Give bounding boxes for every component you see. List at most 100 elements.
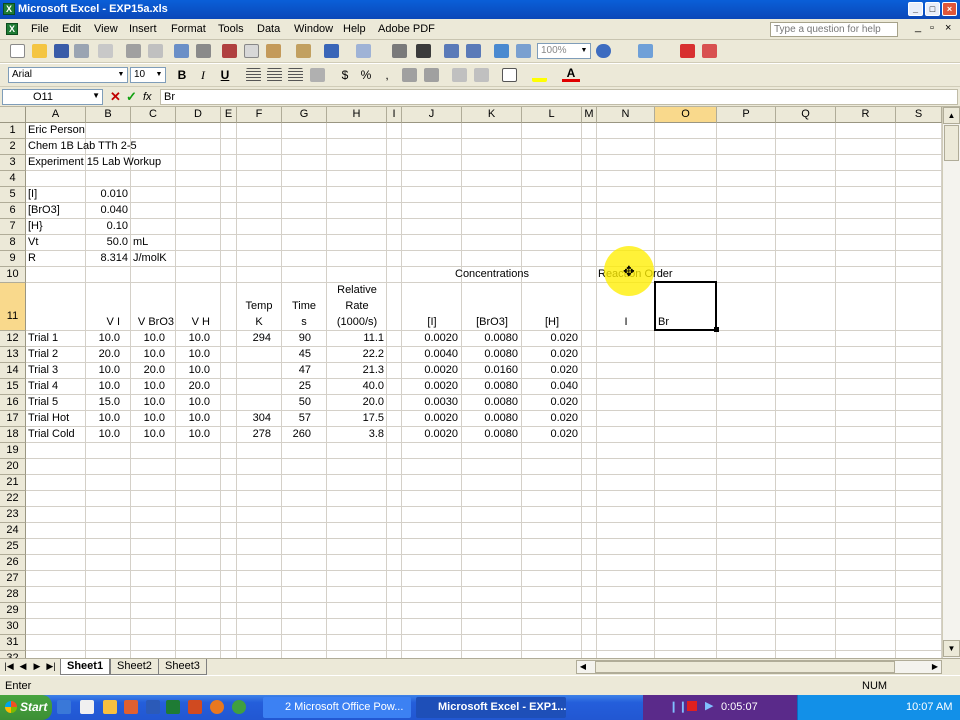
header-rate-line3[interactable]: (1000/s) <box>327 316 387 329</box>
header-temp[interactable]: Temp <box>237 300 281 313</box>
param-value[interactable]: 0.040 <box>86 204 128 217</box>
decrease-decimal-icon[interactable] <box>424 68 439 82</box>
chart-icon[interactable] <box>494 44 509 58</box>
trial-cell-vbro3[interactable]: 10.0 <box>131 412 165 425</box>
row-header-22[interactable]: 22 <box>0 491 26 507</box>
trial-cell-cbro3[interactable]: 0.0080 <box>462 428 518 441</box>
word-icon[interactable] <box>146 700 160 714</box>
underline-button[interactable]: U <box>216 67 234 84</box>
trial-cell-rate[interactable]: 40.0 <box>327 380 384 393</box>
start-button[interactable]: Start <box>0 695 52 720</box>
trial-cell-vbro3[interactable]: 10.0 <box>131 332 165 345</box>
param-unit[interactable]: J/molK <box>133 252 167 265</box>
trial-cell-vi[interactable]: 10.0 <box>86 364 120 377</box>
row-header-1[interactable]: 1 <box>0 123 26 139</box>
first-sheet-icon[interactable]: |◀ <box>3 661 15 672</box>
trial-cell-vh[interactable]: 20.0 <box>176 380 210 393</box>
trial-cell-vi[interactable]: 10.0 <box>86 412 120 425</box>
formula-input[interactable]: Br <box>160 89 958 105</box>
header-order-i[interactable]: I <box>597 316 655 329</box>
column-header-e[interactable]: E <box>221 107 237 123</box>
param-label[interactable]: [I] <box>28 188 37 201</box>
ie-icon[interactable] <box>57 700 71 714</box>
vertical-scrollbar[interactable]: ▲ ▼ <box>942 107 960 658</box>
concentrations-label[interactable]: Concentrations <box>402 268 582 281</box>
row-header-30[interactable]: 30 <box>0 619 26 635</box>
pdf-icon[interactable] <box>680 44 695 58</box>
scroll-thumb[interactable] <box>944 125 959 161</box>
italic-button[interactable]: I <box>194 67 212 84</box>
ask-question-box[interactable]: Type a question for help <box>770 22 898 37</box>
increase-indent-icon[interactable] <box>474 68 489 82</box>
row-header-9[interactable]: 9 <box>0 251 26 267</box>
menu-insert[interactable]: Insert <box>129 23 157 35</box>
row-header-11[interactable]: 11 <box>0 283 26 331</box>
autosum-icon[interactable] <box>416 44 431 58</box>
trial-cell-ci[interactable]: 0.0020 <box>402 380 458 393</box>
row-header-2[interactable]: 2 <box>0 139 26 155</box>
redo-icon[interactable] <box>356 44 371 58</box>
align-right-icon[interactable] <box>288 68 303 82</box>
column-header-i[interactable]: I <box>387 107 402 123</box>
pdf-email-icon[interactable] <box>702 44 717 58</box>
worksheet-grid[interactable]: ABCDEFGHIJKLMNOPQRS 1 2 3 4 5 6 7 8 9 10 11 12 13 14 1… <box>0 107 960 658</box>
hyperlink-icon[interactable] <box>392 44 407 58</box>
trial-cell-ch[interactable]: 0.020 <box>522 364 578 377</box>
trial-cell-ch[interactable]: 0.040 <box>522 380 578 393</box>
comma-button[interactable]: , <box>378 67 396 84</box>
last-sheet-icon[interactable]: ▶| <box>45 661 57 672</box>
row-header-18[interactable]: 18 <box>0 427 26 443</box>
trial-cell-vbro3[interactable]: 10.0 <box>131 396 165 409</box>
column-header-r[interactable]: R <box>836 107 896 123</box>
column-header-a[interactable]: A <box>26 107 86 123</box>
trial-cell-vbro3[interactable]: 10.0 <box>131 348 165 361</box>
row-header-28[interactable]: 28 <box>0 587 26 603</box>
cancel-icon[interactable]: ✕ <box>110 89 121 105</box>
row-header-3[interactable]: 3 <box>0 155 26 171</box>
header-conc-i[interactable]: [I] <box>402 316 462 329</box>
column-header-m[interactable]: M <box>582 107 597 123</box>
sort-descending-icon[interactable] <box>466 44 481 58</box>
open-icon[interactable] <box>32 44 47 58</box>
trial-cell-name[interactable]: Trial Cold <box>28 428 84 441</box>
trial-cell-ch[interactable]: 0.020 <box>522 348 578 361</box>
menu-data[interactable]: Data <box>257 23 280 35</box>
fill-handle[interactable] <box>714 327 719 332</box>
row-header-24[interactable]: 24 <box>0 523 26 539</box>
row-header-21[interactable]: 21 <box>0 475 26 491</box>
menu-window[interactable]: Window <box>294 23 333 35</box>
row-header-12[interactable]: 12 <box>0 331 26 347</box>
outlook-icon[interactable] <box>124 700 138 714</box>
taskbar-item-powerpoint[interactable]: 2 Microsoft Office Pow... <box>263 697 411 718</box>
fill-color-icon[interactable] <box>532 68 547 82</box>
trial-cell-rate[interactable]: 3.8 <box>327 428 384 441</box>
trial-cell-vi[interactable]: 15.0 <box>86 396 120 409</box>
menu-help[interactable]: Help <box>343 23 366 35</box>
trial-cell-ci[interactable]: 0.0020 <box>402 364 458 377</box>
trial-cell-temp[interactable]: 278 <box>237 428 271 441</box>
align-center-icon[interactable] <box>267 68 282 82</box>
bold-button[interactable]: B <box>173 67 191 84</box>
column-header-q[interactable]: Q <box>776 107 836 123</box>
row-header-26[interactable]: 26 <box>0 555 26 571</box>
trial-cell-name[interactable]: Trial 1 <box>28 332 84 345</box>
row-header-15[interactable]: 15 <box>0 379 26 395</box>
format-painter-icon[interactable] <box>296 44 311 58</box>
header-v-h[interactable]: V H <box>176 316 210 329</box>
row-header-6[interactable]: 6 <box>0 203 26 219</box>
row-header-4[interactable]: 4 <box>0 171 26 187</box>
row-header-23[interactable]: 23 <box>0 507 26 523</box>
doc-minimize-button[interactable]: _ <box>915 21 921 33</box>
trial-cell-cbro3[interactable]: 0.0080 <box>462 348 518 361</box>
horizontal-scrollbar[interactable]: ◀ ▶ <box>576 660 942 674</box>
trial-cell-ch[interactable]: 0.020 <box>522 332 578 345</box>
trial-cell-vh[interactable]: 10.0 <box>176 428 210 441</box>
font-select[interactable]: Arial ▼ <box>8 67 128 83</box>
menu-view[interactable]: View <box>94 23 118 35</box>
name-box[interactable]: O11 ▼ <box>2 89 103 105</box>
help-icon[interactable] <box>596 44 611 58</box>
row-header-13[interactable]: 13 <box>0 347 26 363</box>
header-v-bro3[interactable]: V BrO3 <box>131 316 174 329</box>
trial-cell-ci[interactable]: 0.0020 <box>402 332 458 345</box>
trial-cell-vi[interactable]: 20.0 <box>86 348 120 361</box>
